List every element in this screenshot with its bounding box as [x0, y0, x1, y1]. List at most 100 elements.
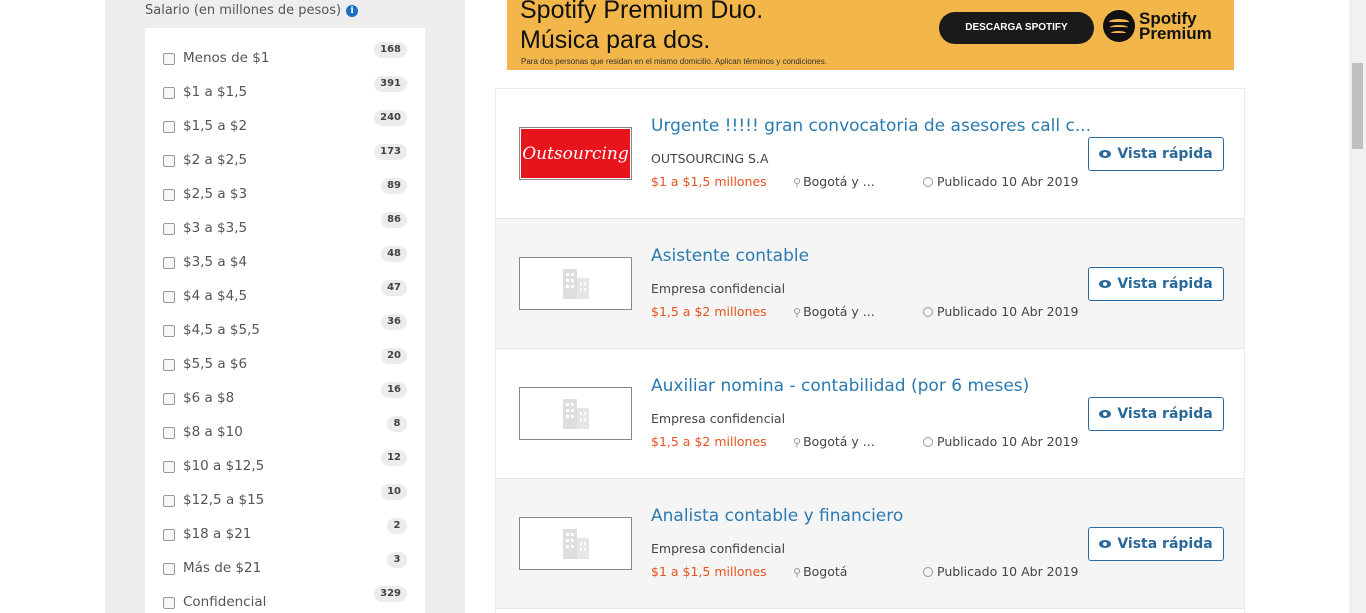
checkbox[interactable]: [163, 325, 175, 337]
page-scrollbar[interactable]: [1349, 0, 1366, 613]
info-icon[interactable]: i: [346, 4, 359, 17]
filter-item-label: $2 a $2,5: [183, 152, 248, 168]
filter-item[interactable]: $3 a $3,5 86: [163, 212, 407, 238]
job-location-text: Bogotá y ...: [803, 174, 875, 189]
job-location-text: Bogotá y ...: [803, 304, 875, 319]
job-title-link[interactable]: Asistente contable: [651, 246, 809, 266]
checkbox[interactable]: [163, 359, 175, 371]
filter-item[interactable]: $1 a $1,5 391: [163, 76, 407, 102]
filter-item-label: $1 a $1,5: [183, 84, 248, 100]
checkbox[interactable]: [163, 87, 175, 99]
company-logo-placeholder[interactable]: [519, 257, 632, 310]
map-marker-icon: ⚲: [793, 176, 802, 189]
publish-date: Publicado 10 Abr 2019: [923, 564, 1079, 579]
checkbox[interactable]: [163, 189, 175, 201]
spotify-logo: Spotify Premium: [1103, 10, 1212, 42]
checkbox[interactable]: [163, 155, 175, 167]
quick-view-label: Vista rápida: [1117, 406, 1213, 422]
job-card[interactable]: Outsourcing Urgente !!!!! gran convocato…: [496, 89, 1244, 219]
checkbox[interactable]: [163, 495, 175, 507]
checkbox[interactable]: [163, 529, 175, 541]
clock-icon: [923, 307, 933, 317]
filter-item[interactable]: $10 a $12,5 12: [163, 450, 407, 476]
checkbox[interactable]: [163, 223, 175, 235]
filter-item-label: $4,5 a $5,5: [183, 322, 260, 338]
building-icon: [562, 398, 589, 429]
quick-view-button[interactable]: Vista rápida: [1088, 397, 1224, 431]
salary-filter-list: Menos de $1 168 $1 a $1,5 391 $1,5 a $2 240…: [145, 28, 425, 613]
checkbox[interactable]: [163, 257, 175, 269]
filter-item[interactable]: $12,5 a $15 10: [163, 484, 407, 510]
quick-view-button[interactable]: Vista rápida: [1088, 267, 1224, 301]
job-location: ⚲ Bogotá y ...: [793, 304, 875, 319]
filter-item[interactable]: $5,5 a $6 20: [163, 348, 407, 374]
job-card[interactable]: Auxiliar nomina - contabilidad (por 6 me…: [496, 349, 1244, 479]
filter-item-label: $6 a $8: [183, 390, 235, 406]
building-icon: [562, 528, 589, 559]
checkbox[interactable]: [163, 53, 175, 65]
filter-item[interactable]: Confidencial 329: [163, 586, 407, 612]
filter-item-count: 2: [387, 518, 407, 534]
job-card[interactable]: Analista contable y financiero Empresa c…: [496, 479, 1244, 609]
building-icon: [562, 268, 589, 299]
filter-item-label: $4 a $4,5: [183, 288, 248, 304]
quick-view-button[interactable]: Vista rápida: [1088, 527, 1224, 561]
filter-item-label: $3 a $3,5: [183, 220, 248, 236]
checkbox[interactable]: [163, 597, 175, 609]
checkbox[interactable]: [163, 563, 175, 575]
filter-item-count: 168: [374, 42, 407, 58]
company-logo-placeholder[interactable]: [519, 517, 632, 570]
filter-item-label: $5,5 a $6: [183, 356, 248, 372]
download-spotify-button[interactable]: DESCARGA SPOTIFY: [939, 12, 1094, 44]
checkbox[interactable]: [163, 291, 175, 303]
job-card[interactable]: Asistente contable Empresa confidencial …: [496, 219, 1244, 349]
publish-date: Publicado 10 Abr 2019: [923, 434, 1079, 449]
filter-item-count: 86: [381, 212, 407, 228]
filter-item[interactable]: $18 a $21 2: [163, 518, 407, 544]
eye-icon: [1099, 410, 1112, 418]
scrollbar-thumb[interactable]: [1352, 63, 1363, 149]
filter-item[interactable]: $4 a $4,5 47: [163, 280, 407, 306]
filter-item[interactable]: $1,5 a $2 240: [163, 110, 407, 136]
checkbox[interactable]: [163, 393, 175, 405]
spotify-ad-banner[interactable]: Spotify Premium Duo. Música para dos. Pa…: [507, 0, 1234, 70]
filter-item[interactable]: $2,5 a $3 89: [163, 178, 407, 204]
publish-date-text: Publicado 10 Abr 2019: [937, 434, 1079, 449]
filter-item-label: $12,5 a $15: [183, 492, 265, 508]
filter-item-count: 47: [381, 280, 407, 296]
map-marker-icon: ⚲: [793, 306, 802, 319]
company-logo-placeholder[interactable]: [519, 387, 632, 440]
filter-item-label: $18 a $21: [183, 526, 252, 542]
filter-item[interactable]: $6 a $8 16: [163, 382, 407, 408]
filter-item-label: Confidencial: [183, 594, 267, 610]
checkbox[interactable]: [163, 121, 175, 133]
filter-item[interactable]: $3,5 a $4 48: [163, 246, 407, 272]
publish-date: Publicado 10 Abr 2019: [923, 174, 1079, 189]
job-location-text: Bogotá y ...: [803, 434, 875, 449]
job-title-link[interactable]: Urgente !!!!! gran convocatoria de aseso…: [651, 116, 1091, 136]
job-title-link[interactable]: Auxiliar nomina - contabilidad (por 6 me…: [651, 376, 1029, 396]
job-title-link[interactable]: Analista contable y financiero: [651, 506, 903, 526]
job-results-list: Outsourcing Urgente !!!!! gran convocato…: [495, 88, 1245, 613]
filter-item[interactable]: $2 a $2,5 173: [163, 144, 407, 170]
job-location-text: Bogotá: [803, 564, 848, 579]
filter-item[interactable]: $8 a $10 8: [163, 416, 407, 442]
filter-item-label: Más de $21: [183, 560, 262, 576]
filter-item-count: 240: [374, 110, 407, 126]
job-location: ⚲ Bogotá: [793, 564, 847, 579]
eye-icon: [1099, 540, 1112, 548]
map-marker-icon: ⚲: [793, 566, 802, 579]
publish-date-text: Publicado 10 Abr 2019: [937, 304, 1079, 319]
company-name: Empresa confidencial: [651, 281, 786, 296]
checkbox[interactable]: [163, 461, 175, 473]
filter-item-count: 329: [374, 586, 407, 602]
clock-icon: [923, 177, 933, 187]
checkbox[interactable]: [163, 427, 175, 439]
page: Salario (en millones de pesos) i Menos d…: [0, 0, 1366, 613]
filter-item[interactable]: $4,5 a $5,5 36: [163, 314, 407, 340]
filter-item[interactable]: Más de $21 3: [163, 552, 407, 578]
filter-item[interactable]: Menos de $1 168: [163, 42, 407, 68]
company-logo[interactable]: Outsourcing: [519, 127, 632, 180]
quick-view-button[interactable]: Vista rápida: [1088, 137, 1224, 171]
filter-item-count: 36: [381, 314, 407, 330]
